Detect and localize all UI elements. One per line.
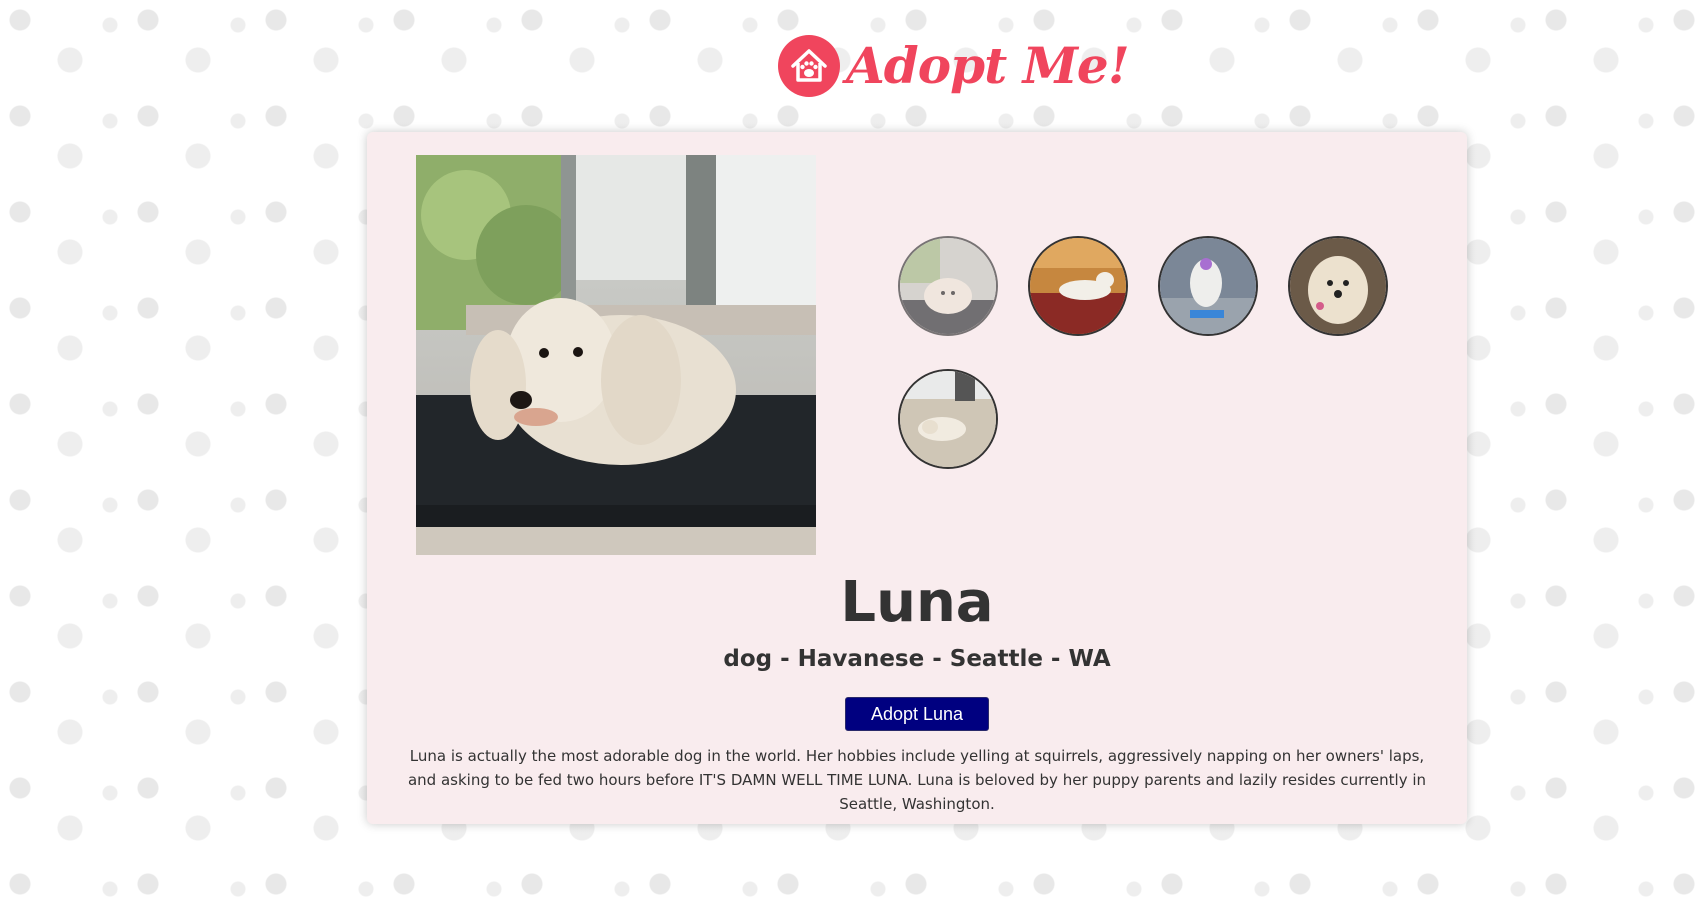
carousel-thumbnail[interactable]	[1028, 236, 1128, 336]
page-header: Adopt Me!	[0, 0, 1705, 125]
carousel-thumbnail[interactable]	[1158, 236, 1258, 336]
logo-text: Adopt Me!	[846, 36, 1130, 95]
logo-link[interactable]: Adopt Me!	[778, 35, 1130, 97]
carousel-thumbnail[interactable]	[1288, 236, 1388, 336]
carousel-thumbnail[interactable]	[898, 236, 998, 336]
hero-image	[416, 155, 816, 555]
pet-name: Luna	[840, 570, 994, 635]
carousel-thumbnail[interactable]	[898, 369, 998, 469]
pet-description: Luna is actually the most adorable dog i…	[407, 747, 1427, 813]
pet-summary: dog - Havanese - Seattle - WA	[723, 646, 1111, 672]
pet-details-card: Luna dog - Havanese - Seattle - WA Adopt…	[367, 132, 1467, 824]
house-paw-icon	[778, 35, 840, 97]
adopt-button[interactable]: Adopt Luna	[845, 697, 989, 731]
